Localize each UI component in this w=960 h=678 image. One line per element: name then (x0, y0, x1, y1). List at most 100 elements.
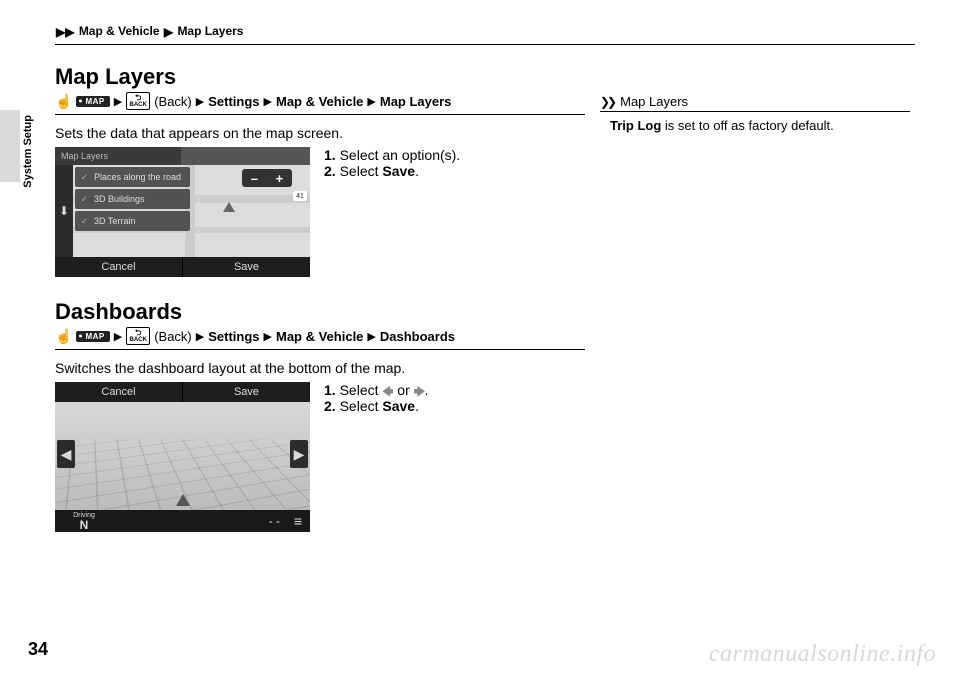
breadcrumb-part2: Map Layers (177, 24, 243, 38)
ss1-speed-badge: 41 (293, 191, 307, 201)
screenshot-dashboards: Cancel Save ◀ ▶ Driving N - - ≡ (55, 382, 310, 532)
main-column: Map Layers ☝ MAP ▶ ⮌ BACK (Back) ▶ Setti… (55, 64, 585, 532)
divider (55, 114, 585, 115)
chevron-right-icon: ▶ (114, 330, 122, 343)
back-text: BACK (130, 337, 147, 343)
step-text-c: . (415, 398, 419, 414)
path-settings: Settings (208, 329, 259, 344)
chevron-right-icon: ▶ (196, 95, 204, 108)
map-button-icon: MAP (76, 96, 109, 107)
side-tab-label: System Setup (22, 115, 34, 188)
step-text-b: Save (382, 163, 415, 179)
step-text-b: or (393, 382, 413, 398)
ss2-driving-indicator: Driving N (55, 510, 113, 532)
back-label: (Back) (154, 329, 192, 344)
arrow-right-icon: ▶ (290, 440, 308, 468)
ss1-option-label: 3D Buildings (94, 194, 145, 204)
section1-description: Sets the data that appears on the map sc… (55, 125, 585, 141)
ss1-option-label: 3D Terrain (94, 216, 135, 226)
sidebar-note: ❯❯ Map Layers Trip Log is set to off as … (600, 94, 910, 133)
sidebar-title: Map Layers (620, 94, 688, 109)
step-text: Select an option(s). (340, 147, 461, 163)
hand-icon: ☝ (55, 94, 72, 108)
ss1-header: Map Layers (55, 147, 181, 165)
ss1-option-item: ✓ 3D Buildings (75, 189, 190, 209)
step-1: 1. Select an option(s). (324, 147, 460, 163)
dash-value: - - (269, 514, 280, 528)
step-2: 2. Select Save. (324, 163, 460, 179)
section2-steps: 1. Select or . 2. Select Save. (324, 382, 429, 414)
ss2-dash-value: - - (113, 514, 286, 528)
chevron-right-icon: ▶▶ (56, 25, 74, 39)
back-button-icon: ⮌ BACK (126, 92, 150, 110)
back-text: BACK (130, 102, 147, 108)
screenshot-map-layers: Map Layers ⬇ ✓ Places along the road ✓ 3… (55, 147, 310, 277)
ss1-option-item: ✓ Places along the road (75, 167, 190, 187)
zoom-in-icon: + (276, 171, 284, 186)
ss1-cancel-button: Cancel (55, 257, 183, 277)
section1-steps: 1. Select an option(s). 2. Select Save. (324, 147, 460, 179)
ss1-option-list: ✓ Places along the road ✓ 3D Buildings ✓… (75, 167, 190, 231)
nav-path-dashboards: ☝ MAP ▶ ⮌ BACK (Back) ▶ Settings ▶ Map &… (55, 327, 585, 345)
ss2-save-button: Save (183, 382, 310, 402)
chevron-right-icon: ▶ (114, 95, 122, 108)
ss1-bottom-bar: Cancel Save (55, 257, 310, 277)
chevron-right-icon: ▶ (264, 95, 272, 108)
path-map-layers: Map Layers (380, 94, 452, 109)
side-tab (0, 110, 20, 182)
chevron-right-icon: ▶ (367, 95, 375, 108)
driving-direction: N (80, 519, 89, 531)
step-number: 2. (324, 163, 336, 179)
step-text-c: . (415, 163, 419, 179)
ss1-save-button: Save (183, 257, 310, 277)
check-icon: ✓ (80, 217, 89, 226)
step-number: 2. (324, 398, 336, 414)
ss1-option-item: ✓ 3D Terrain (75, 211, 190, 231)
arrow-right-icon (414, 386, 425, 397)
ss2-top-bar: Cancel Save (55, 382, 310, 402)
ss1-option-label: Places along the road (94, 172, 181, 182)
ss1-scroll-down-icon: ⬇ (55, 165, 73, 257)
sidebar-body: Trip Log is set to off as factory defaul… (600, 118, 910, 133)
watermark: carmanualsonline.info (709, 641, 936, 668)
path-map-vehicle: Map & Vehicle (276, 329, 363, 344)
step-number: 1. (324, 382, 336, 398)
nav-path-map-layers: ☝ MAP ▶ ⮌ BACK (Back) ▶ Settings ▶ Map &… (55, 92, 585, 110)
chevron-right-icon: ▶ (264, 330, 272, 343)
step-text-a: Select (340, 382, 383, 398)
section2-description: Switches the dashboard layout at the bot… (55, 360, 585, 376)
vehicle-cursor-icon (223, 202, 235, 212)
path-settings: Settings (208, 94, 259, 109)
divider (55, 44, 915, 45)
sidebar-body-text: is set to off as factory default. (661, 118, 833, 133)
zoom-out-icon: – (251, 171, 258, 186)
ss1-zoom-control: – + (242, 169, 292, 187)
arrow-left-icon (382, 386, 393, 397)
step-text-b: Save (382, 398, 415, 414)
section1-row: Map Layers ⬇ ✓ Places along the road ✓ 3… (55, 147, 585, 277)
step-1: 1. Select or . (324, 382, 429, 398)
vehicle-cursor-icon (176, 494, 190, 506)
check-icon: ✓ (80, 195, 89, 204)
section-title-dashboards: Dashboards (55, 299, 585, 325)
step-2: 2. Select Save. (324, 398, 429, 414)
sidebar-heading: ❯❯ Map Layers (600, 94, 910, 109)
map-button-icon: MAP (76, 331, 109, 342)
step-number: 1. (324, 147, 336, 163)
ss2-bottom-bar: Driving N - - ≡ (55, 510, 310, 532)
check-icon: ✓ (80, 173, 89, 182)
note-icon: ❯❯ (600, 95, 614, 109)
back-label: (Back) (154, 94, 192, 109)
chevron-right-icon: ▶ (196, 330, 204, 343)
menu-icon: ≡ (286, 513, 310, 529)
hand-icon: ☝ (55, 329, 72, 343)
section-title-map-layers: Map Layers (55, 64, 585, 90)
path-map-vehicle: Map & Vehicle (276, 94, 363, 109)
section2-row: Cancel Save ◀ ▶ Driving N - - ≡ (55, 382, 585, 532)
breadcrumb-part1: Map & Vehicle (79, 24, 160, 38)
chevron-right-icon: ▶ (367, 330, 375, 343)
ss2-cancel-button: Cancel (55, 382, 183, 402)
path-dashboards: Dashboards (380, 329, 455, 344)
divider (55, 349, 585, 350)
divider (600, 111, 910, 112)
